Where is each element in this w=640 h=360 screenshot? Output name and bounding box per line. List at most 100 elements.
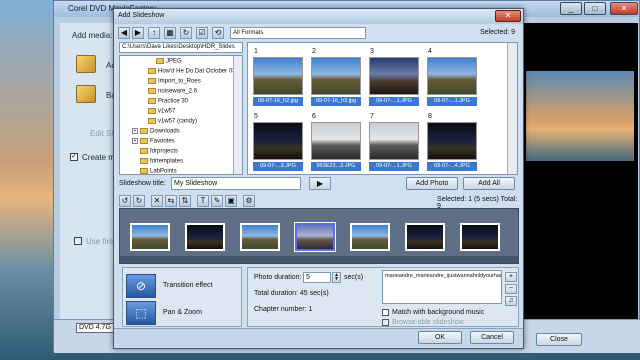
tree-item[interactable]: v1w57 (candy): [140, 118, 197, 125]
refresh-icon[interactable]: ↻: [180, 27, 192, 39]
format-filter-select[interactable]: All Formats: [230, 27, 366, 39]
tree-item-label: fdrtemplates: [150, 158, 184, 165]
thumbnail-image: [427, 122, 477, 160]
filmstrip-thumbnail[interactable]: [350, 223, 390, 251]
thumbnail-image: [253, 57, 303, 95]
photo-duration-input[interactable]: 5: [303, 272, 331, 283]
tree-item[interactable]: + Downloads: [132, 128, 180, 135]
grid-scrollbar[interactable]: [507, 43, 517, 174]
image-icon[interactable]: ▣: [225, 195, 237, 207]
filmstrip-thumbnail[interactable]: [460, 223, 500, 251]
add-photo-button[interactable]: Add Photo: [406, 177, 458, 190]
photo-thumbnail[interactable]: 1 09-07-16_h2.jpg: [252, 47, 304, 107]
photo-thumbnail[interactable]: 6 993E23...3.JPG: [310, 112, 362, 172]
tree-item[interactable]: Import_to_Roes: [140, 78, 201, 85]
folder-path-field[interactable]: C:\Users\Dave Likes\Desktop\HDR_Slides: [119, 42, 243, 53]
photo-grid[interactable]: 1 09-07-16_h2.jpg 2 09-07-16_h3.jpg 3 09-07-.…: [247, 42, 518, 175]
thumbnail-image: [427, 57, 477, 95]
app-close-bottom-button[interactable]: Close: [536, 333, 582, 346]
match-music-checkbox[interactable]: [382, 309, 389, 316]
sort-icon[interactable]: ⇅: [179, 195, 191, 207]
back-icon[interactable]: ◀: [118, 27, 130, 39]
tree-item[interactable]: fdrtemplates: [132, 158, 183, 165]
filmstrip-thumbnail[interactable]: [185, 223, 225, 251]
expand-icon[interactable]: +: [132, 128, 138, 134]
pan-zoom-icon[interactable]: ⬚: [126, 301, 156, 325]
cancel-button[interactable]: Cancel: [470, 331, 514, 344]
filmstrip-thumbnail[interactable]: [240, 223, 280, 251]
tree-item[interactable]: v1w57: [140, 108, 175, 115]
photo-thumbnail[interactable]: 3 09-07-...1.JPG: [368, 47, 420, 107]
move-icon[interactable]: ⇆: [165, 195, 177, 207]
folder-tree[interactable]: JPEG How'd He Do Dat October 03 Import_to_…: [119, 55, 243, 175]
filmstrip-scrollbar[interactable]: [120, 256, 518, 263]
filmstrip-thumbnail[interactable]: [405, 223, 445, 251]
tree-item[interactable]: Practice 30: [140, 98, 188, 105]
tree-item-label: LabPoints: [150, 168, 177, 175]
thumbnail-filename: 09-07-16_h2.jpg: [253, 97, 303, 106]
add-all-button[interactable]: Add All: [463, 177, 515, 190]
caption-text-box[interactable]: marieandre_marieandre_ijustwannaholdyour…: [382, 270, 502, 304]
filmstrip-thumbnail[interactable]: [295, 223, 335, 251]
add-photo-icon[interactable]: [76, 85, 96, 103]
photo-thumbnail[interactable]: 5 09-07-...3.JPG: [252, 112, 304, 172]
folder-up-icon[interactable]: ↑: [148, 27, 160, 39]
edit-slideshow-label[interactable]: Edit Sli: [90, 129, 115, 138]
minimize-button[interactable]: _: [560, 2, 582, 15]
play-button[interactable]: ▶: [309, 177, 331, 190]
tree-item-label: Import_to_Roes: [158, 78, 201, 85]
rotate-right-icon[interactable]: ↻: [133, 195, 145, 207]
browsable-checkbox[interactable]: [382, 319, 389, 326]
expand-icon[interactable]: +: [132, 138, 138, 144]
add-caption-icon[interactable]: +: [505, 272, 517, 282]
pan-zoom-label[interactable]: Pan & Zoom: [163, 309, 202, 316]
slideshow-title-input[interactable]: My Slideshow: [171, 177, 301, 190]
tree-scrollbar[interactable]: [233, 56, 242, 174]
add-video-icon[interactable]: [76, 55, 96, 73]
transition-effect-icon[interactable]: ⊘: [126, 274, 156, 298]
photo-thumbnail[interactable]: 7 09-07-...1.JPG: [368, 112, 420, 172]
rotate-left-icon[interactable]: ↺: [119, 195, 131, 207]
filmstrip[interactable]: [119, 208, 519, 264]
preview-image: [526, 71, 634, 161]
tree-item-label: noiseware_2.6: [158, 88, 198, 95]
photo-thumbnail[interactable]: 2 09-07-16_h3.jpg: [310, 47, 362, 107]
ok-button[interactable]: OK: [418, 331, 462, 344]
folder-icon: [156, 58, 164, 64]
edit-icon[interactable]: ✎: [211, 195, 223, 207]
dialog-close-button[interactable]: ✕: [495, 10, 521, 22]
folder-icon: [148, 98, 156, 104]
duration-spinner[interactable]: ▲ ▼: [332, 272, 341, 283]
tree-item[interactable]: fdrprojects: [132, 148, 178, 155]
select-all-icon[interactable]: ☑: [196, 27, 208, 39]
create-menu-checkbox[interactable]: ✓: [70, 153, 78, 161]
photo-thumbnail[interactable]: 8 09-07-...4.JPG: [426, 112, 478, 172]
use-first-checkbox[interactable]: [74, 237, 82, 245]
filmstrip-thumbnail[interactable]: [130, 223, 170, 251]
add-slideshow-dialog: Add Slideshow ✕ ◀ ▶ ↑ ▦ ↻ ☑ ⟲ All Format…: [113, 8, 524, 349]
folder-icon: [148, 88, 156, 94]
maximize-button[interactable]: □: [584, 2, 606, 15]
thumbnail-image: [369, 57, 419, 95]
photo-thumbnail[interactable]: 4 09-07-...1.JPG: [426, 47, 478, 107]
folder-icon: [140, 158, 148, 164]
thumbnail-filename: 09-07-16_h3.jpg: [311, 97, 361, 106]
add-media-label: Add media:: [72, 31, 113, 40]
tree-item[interactable]: How'd He Do Dat October 03: [140, 68, 236, 75]
delete-icon[interactable]: ✕: [151, 195, 163, 207]
tree-item[interactable]: JPEG: [148, 58, 182, 65]
tree-item[interactable]: noiseware_2.6: [140, 88, 197, 95]
text-icon[interactable]: T: [197, 195, 209, 207]
rotate-icon[interactable]: ⟲: [212, 27, 224, 39]
tree-item[interactable]: LabPoints: [132, 168, 177, 175]
app-close-button[interactable]: ✕: [610, 2, 638, 15]
tree-item[interactable]: + Favorites: [132, 138, 175, 145]
thumbnail-number: 3: [370, 48, 374, 55]
remove-caption-icon[interactable]: −: [505, 284, 517, 294]
settings-icon[interactable]: ⚙: [243, 195, 255, 207]
transition-effect-label[interactable]: Transition effect: [163, 282, 212, 289]
folder-icon: [140, 138, 148, 144]
forward-icon[interactable]: ▶: [132, 27, 144, 39]
music-icon[interactable]: ♫: [505, 296, 517, 306]
view-icon[interactable]: ▦: [164, 27, 176, 39]
